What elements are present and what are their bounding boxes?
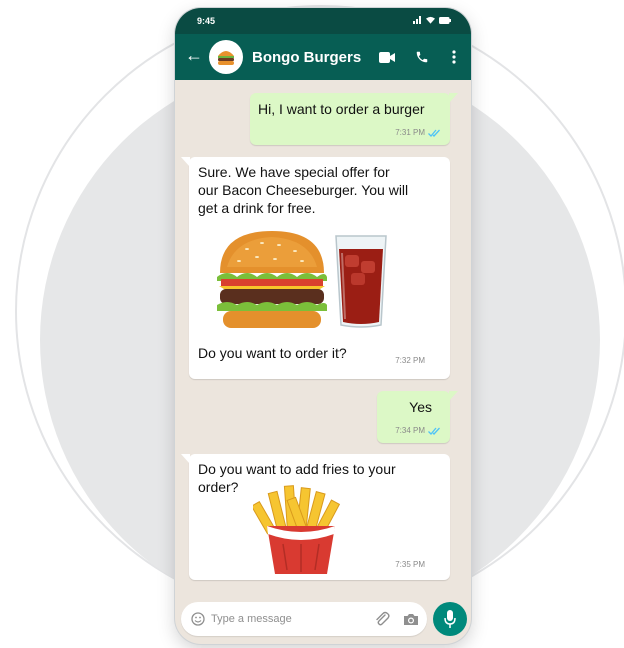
message-text: Do you want to order it? [198, 345, 347, 361]
message-bubble-outgoing[interactable]: Hi, I want to order a burger 7:31 PM [250, 93, 458, 145]
message-text-line: Sure. We have special offer for [198, 164, 390, 180]
message-bubble-outgoing[interactable]: Yes 7:34 PM [377, 391, 458, 443]
voice-message-button[interactable] [433, 602, 467, 636]
soda-glass-image[interactable] [333, 233, 389, 329]
message-composer[interactable]: Type a message [181, 602, 427, 636]
video-call-icon[interactable] [379, 52, 395, 63]
message-text: Yes [409, 399, 432, 415]
message-input-placeholder[interactable]: Type a message [211, 613, 292, 625]
microphone-icon [444, 610, 456, 628]
message-bubble-incoming[interactable]: Sure. We have special offer for our Baco… [181, 157, 450, 379]
message-text-line: get a drink for free. [198, 200, 316, 216]
french-fries-image[interactable] [253, 484, 349, 576]
cheeseburger-image[interactable] [217, 231, 327, 331]
contact-avatar[interactable] [209, 40, 243, 74]
battery-icon [439, 16, 451, 24]
chat-header: ← Bongo Burgers [175, 34, 471, 80]
signal-icon [413, 16, 421, 24]
read-receipt-icon [428, 129, 440, 137]
status-time: 9:45 [197, 16, 216, 26]
message-text-line: Do you want to add fries to your [198, 461, 396, 477]
message-time: 7:34 PM [395, 426, 442, 435]
burger-logo-icon [218, 51, 234, 65]
contact-name[interactable]: Bongo Burgers [252, 49, 361, 66]
message-time: 7:35 PM [395, 560, 425, 569]
back-arrow-icon[interactable]: ← [185, 46, 203, 64]
status-icons [413, 16, 451, 24]
status-bar: 9:45 [175, 8, 471, 34]
attachment-icon[interactable] [374, 611, 390, 627]
message-time: 7:32 PM [395, 356, 425, 365]
message-text: Hi, I want to order a burger [258, 101, 425, 117]
phone-call-icon[interactable] [415, 50, 429, 64]
wifi-icon [426, 16, 435, 24]
camera-icon[interactable] [403, 613, 419, 626]
message-text-line: order? [198, 479, 239, 495]
chat-area[interactable]: Hi, I want to order a burger 7:31 PM Sur… [175, 80, 471, 600]
more-options-icon[interactable] [452, 50, 456, 64]
emoji-icon[interactable] [191, 612, 205, 626]
message-bubble-incoming[interactable]: Do you want to add fries to your order? … [181, 454, 450, 580]
message-text-line: our Bacon Cheeseburger. You will [198, 182, 409, 198]
message-time: 7:31 PM [395, 128, 442, 137]
phone-frame: 9:45 ← Bongo Burgers Hi, I want to order… [175, 8, 471, 644]
read-receipt-icon [428, 427, 440, 435]
